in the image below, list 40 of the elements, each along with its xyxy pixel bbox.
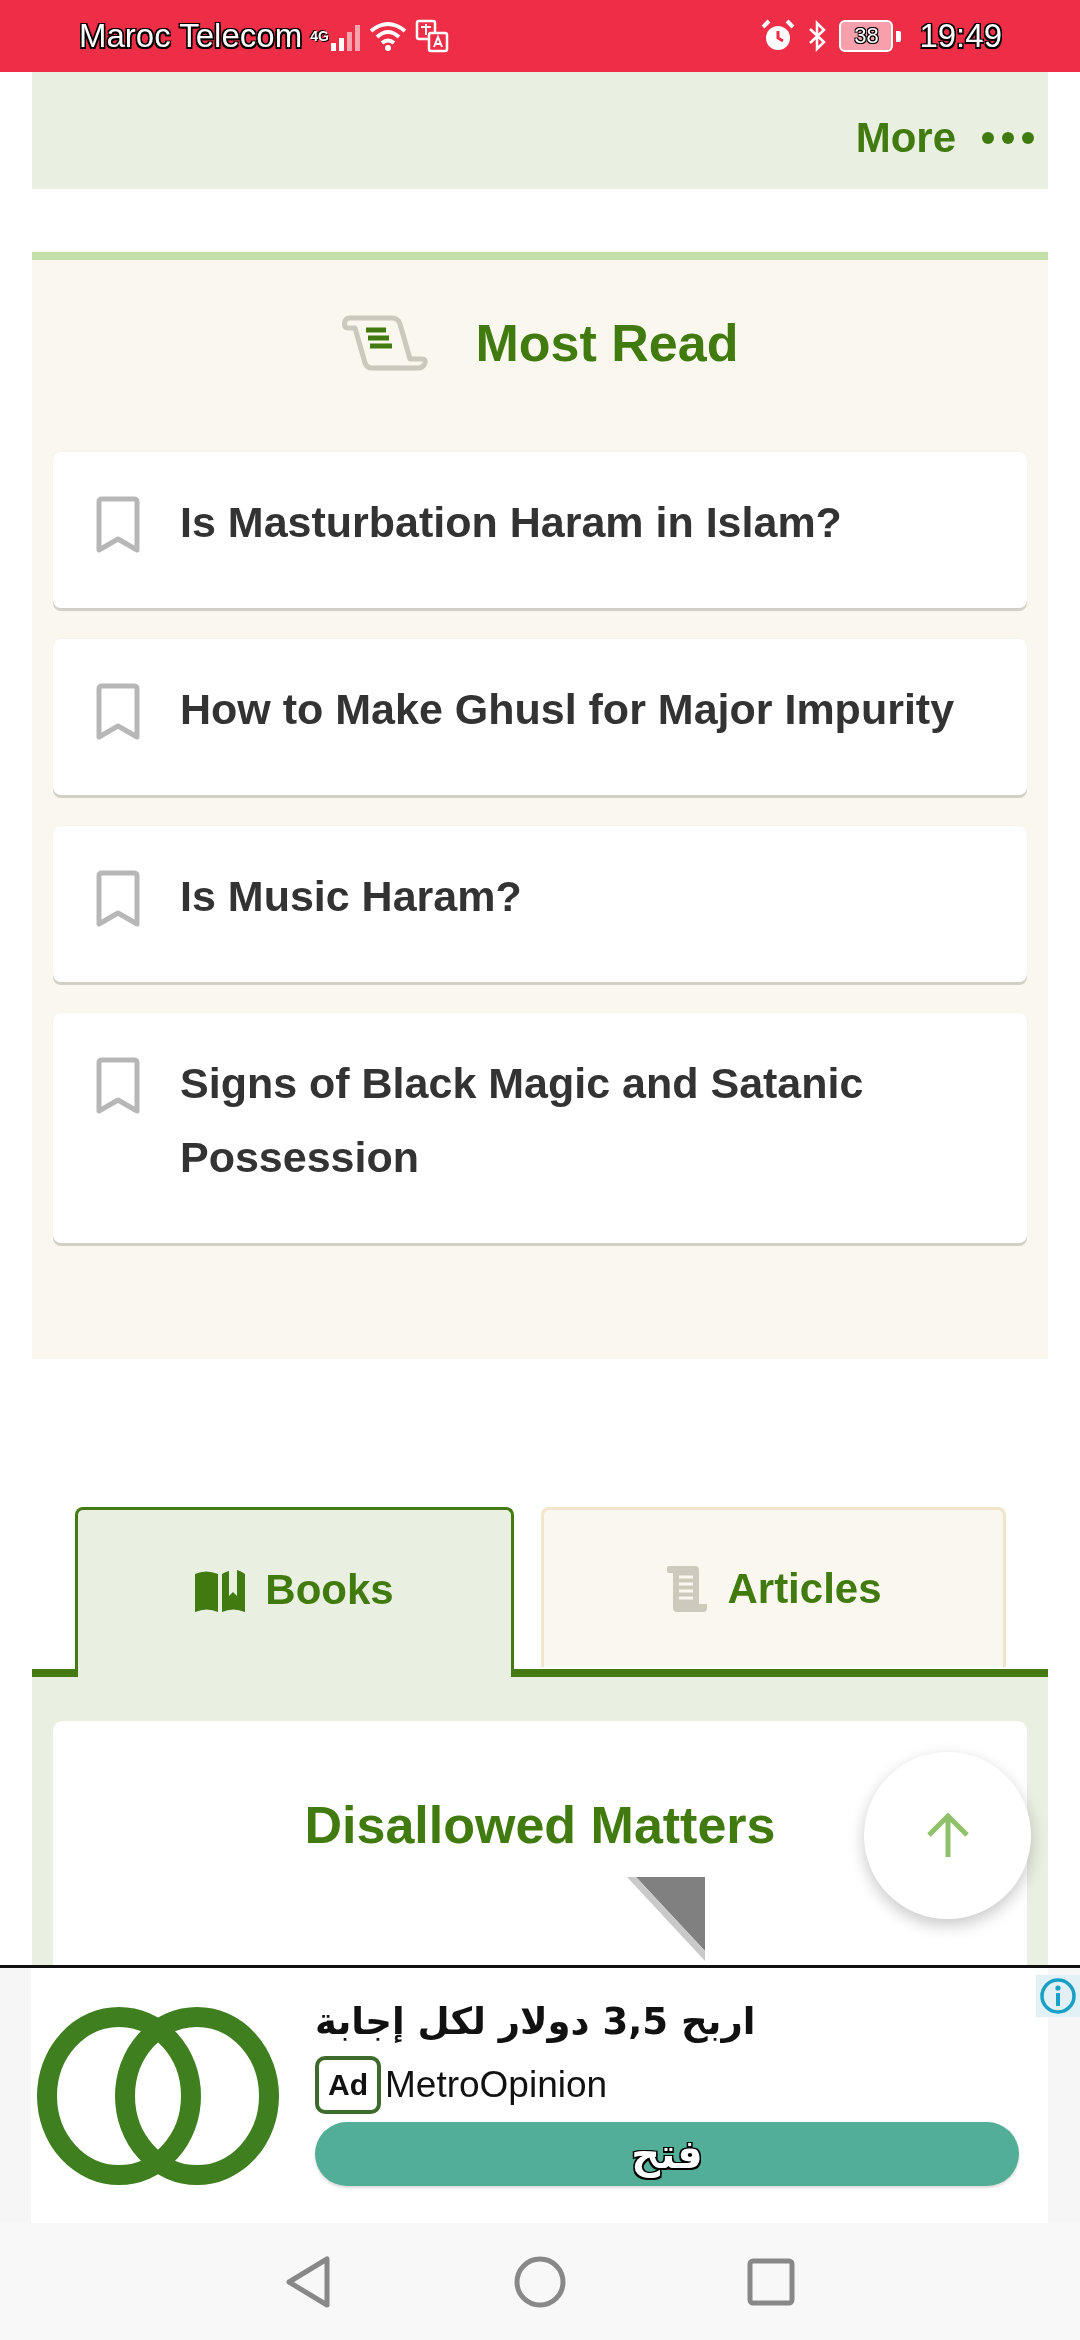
rings-logo-icon xyxy=(37,2006,279,2186)
scroll-icon xyxy=(665,1563,708,1614)
article-card[interactable]: Is Music Haram? xyxy=(53,826,1027,982)
bookmark-icon[interactable] xyxy=(96,1057,140,1115)
scroll-icon xyxy=(341,315,428,371)
home-icon[interactable] xyxy=(514,2255,566,2308)
advertiser-name: MetroOpinion xyxy=(385,2063,608,2107)
article-card[interactable]: How to Make Ghusl for Major Impurity xyxy=(53,639,1027,795)
section-title: Most Read xyxy=(475,313,739,374)
info-icon[interactable] xyxy=(1036,1975,1080,2017)
article-title: How to Make Ghusl for Major Impurity xyxy=(180,684,955,735)
recents-icon[interactable] xyxy=(747,2257,795,2306)
arrow-up-icon xyxy=(925,1812,970,1859)
page-corner-icon xyxy=(627,1877,705,1961)
ad-badge: Ad xyxy=(315,2056,381,2114)
article-title: Signs of Black Magic and Satanic Possession xyxy=(180,1058,865,1183)
bookmark-icon[interactable] xyxy=(96,496,140,554)
translate-icon xyxy=(414,19,449,53)
article-title: Is Music Haram? xyxy=(180,871,522,922)
more-dots-icon xyxy=(982,131,1034,144)
article-title: Is Masturbation Haram in Islam? xyxy=(180,497,842,548)
bookmark-icon[interactable] xyxy=(96,870,140,928)
tab[interactable]: Books xyxy=(75,1507,514,1677)
ad-headline: اربح 3,5 دولار لكل إجابة xyxy=(315,1999,756,2045)
article-card[interactable]: Is Masturbation Haram in Islam? xyxy=(53,452,1027,608)
network-type: 4G xyxy=(310,28,329,44)
clock: 19:49 xyxy=(919,16,1002,56)
more-button[interactable]: More xyxy=(855,113,1034,162)
back-icon[interactable] xyxy=(285,2255,333,2308)
alarm-icon xyxy=(761,19,796,53)
bookmark-icon[interactable] xyxy=(96,683,140,741)
wifi-icon xyxy=(368,21,407,51)
open-book-icon xyxy=(195,1567,246,1612)
battery-indicator: 38 xyxy=(839,19,904,53)
article-card[interactable]: Signs of Black Magic and Satanic Possession xyxy=(53,1013,1027,1243)
carrier-name: Maroc Telecom xyxy=(79,16,303,56)
bluetooth-icon xyxy=(807,20,828,52)
book-title: Disallowed Matters xyxy=(304,1795,776,1856)
tab[interactable]: Articles xyxy=(541,1507,1006,1667)
signal-icon xyxy=(330,25,361,51)
